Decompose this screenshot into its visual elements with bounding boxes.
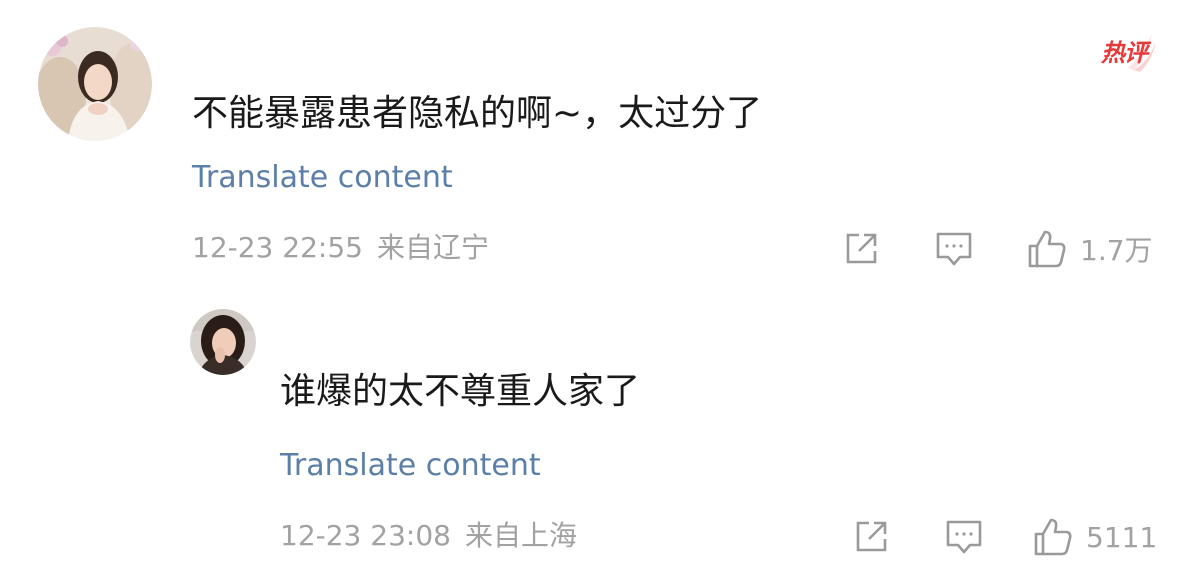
- comment-actions: 1.7万: [836, 227, 1166, 271]
- avatar[interactable]: [190, 309, 256, 375]
- share-button[interactable]: [852, 515, 890, 559]
- reply-actions: 5111: [846, 515, 1166, 559]
- like-count: 5111: [1086, 520, 1158, 554]
- like-count: 1.7万: [1080, 234, 1153, 267]
- reply-text: 谁爆的太不尊重人家了: [280, 371, 641, 412]
- hot-comment-label: 热评: [1101, 38, 1148, 67]
- comment-timestamp: 12-23 22:55: [192, 231, 363, 264]
- translate-link[interactable]: Translate content: [280, 448, 541, 484]
- like-button[interactable]: 5111: [1032, 515, 1157, 559]
- comment-icon: [946, 520, 982, 554]
- reply-meta: 12-23 23:08 来自上海: [280, 519, 577, 553]
- reply-timestamp: 12-23 23:08: [280, 519, 451, 552]
- hot-comment-badge: 热评: [1088, 28, 1160, 72]
- reply-button[interactable]: [944, 515, 984, 559]
- share-button[interactable]: [842, 227, 880, 271]
- comment-thread: 热评 不能暴露患者隐私的啊~，太过分了 Translate content 12…: [0, 0, 1200, 580]
- comment-icon: [936, 232, 972, 266]
- comment-text: 不能暴露患者隐私的啊~，太过分了: [192, 93, 763, 134]
- reply-button[interactable]: [934, 227, 974, 271]
- like-button[interactable]: 1.7万: [1026, 227, 1153, 271]
- comment-meta: 12-23 22:55 来自辽宁: [192, 231, 489, 265]
- share-icon: [856, 521, 887, 552]
- thumbs-up-icon: [1034, 518, 1072, 556]
- translate-link[interactable]: Translate content: [192, 160, 453, 196]
- comment-item: 热评 不能暴露患者隐私的啊~，太过分了 Translate content 12…: [0, 0, 1200, 300]
- reply-item: 谁爆的太不尊重人家了 Translate content 12-23 23:08…: [0, 300, 1200, 580]
- thumbs-up-icon: [1028, 230, 1066, 268]
- reply-location: 来自上海: [464, 519, 577, 552]
- share-icon: [846, 233, 877, 264]
- avatar[interactable]: [38, 27, 152, 141]
- comment-location: 来自辽宁: [376, 231, 489, 264]
